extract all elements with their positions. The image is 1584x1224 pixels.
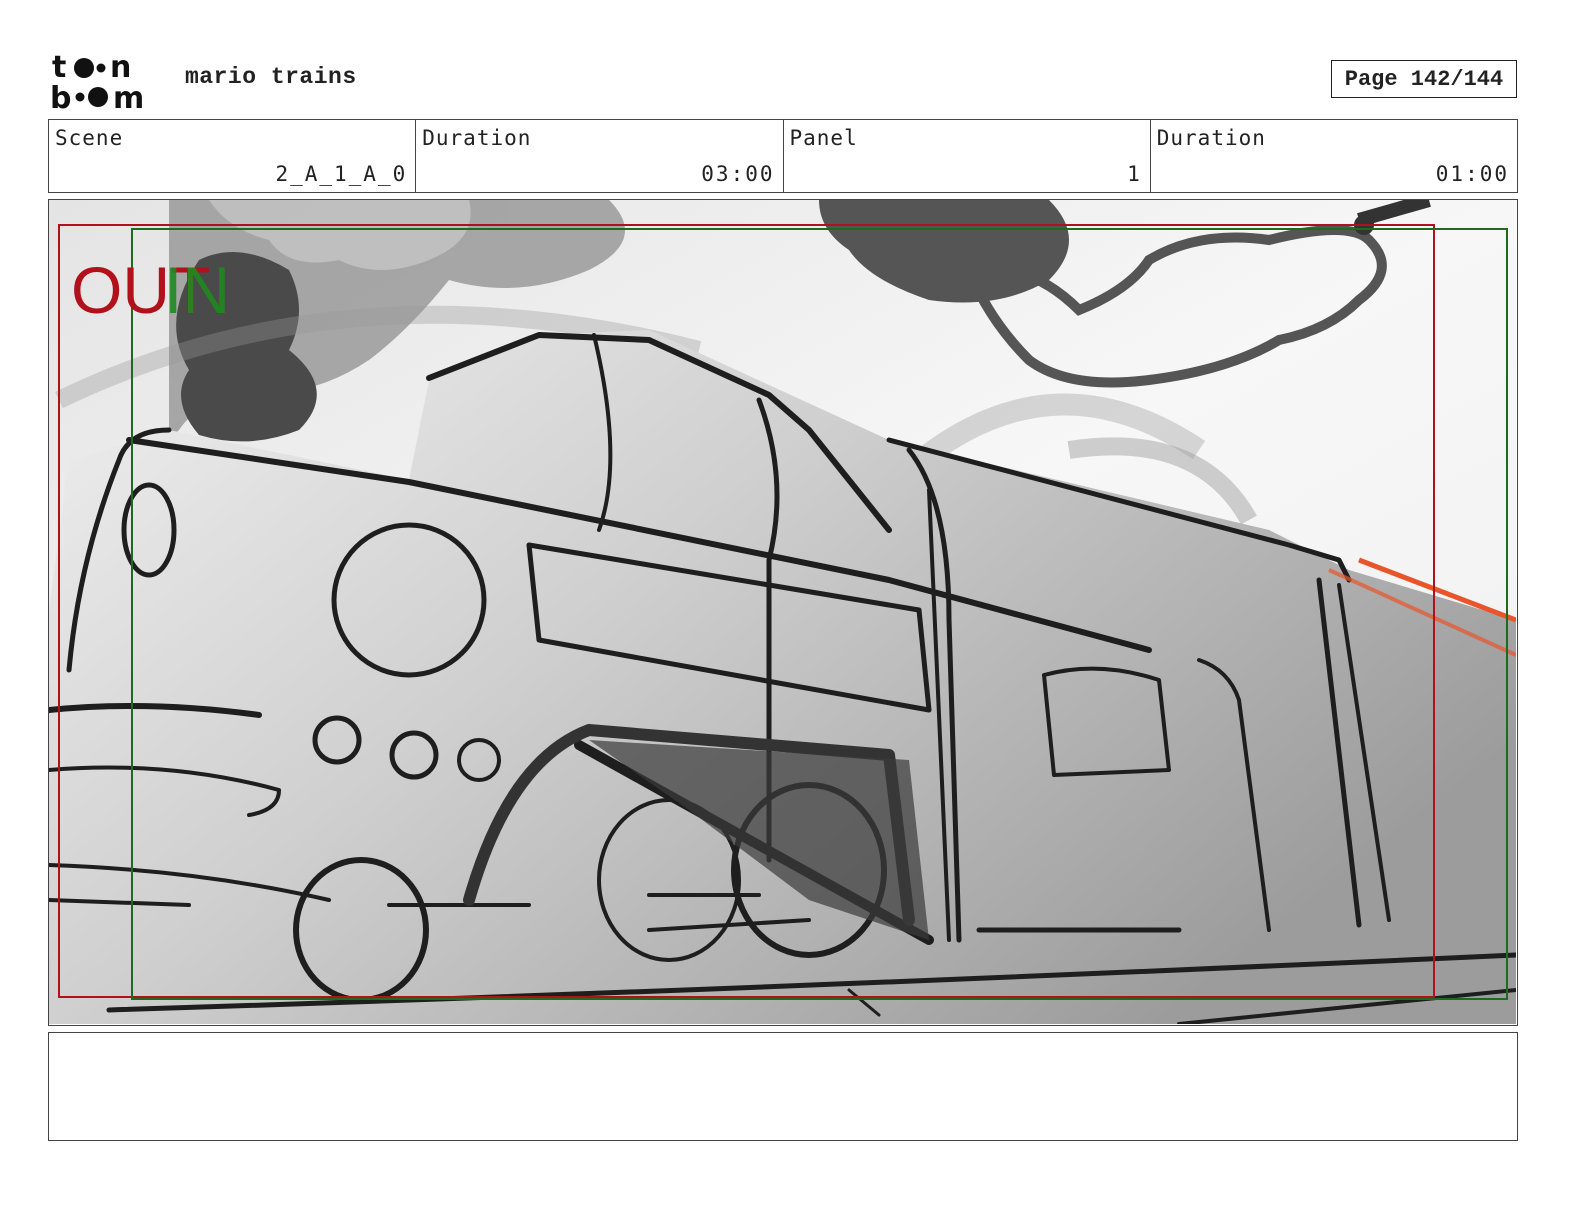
scene-info-row: Scene 2_A_1_A_0 Duration 03:00 Panel 1 D… — [48, 119, 1518, 193]
project-title: mario trains — [185, 64, 357, 90]
toon-boom-logo: t n b m — [50, 50, 144, 112]
panel-notes-box[interactable] — [48, 1032, 1518, 1141]
panel-duration-label: Duration — [1156, 126, 1266, 150]
scene-duration-cell: Duration 03:00 — [416, 120, 784, 192]
scene-cell: Scene 2_A_1_A_0 — [49, 120, 417, 192]
svg-text:b: b — [50, 81, 71, 112]
panel-duration-value: 01:00 — [1435, 162, 1509, 186]
panel-cell: Panel 1 — [784, 120, 1151, 192]
scene-duration-value: 03:00 — [701, 162, 775, 186]
page-number: Page 142/144 — [1331, 60, 1517, 98]
train-sketch: OUT IN — [49, 200, 1516, 1024]
panel-duration-cell: Duration 01:00 — [1151, 120, 1517, 192]
scene-value: 2_A_1_A_0 — [275, 162, 408, 186]
panel-label: Panel — [789, 126, 858, 150]
scene-label: Scene — [55, 126, 124, 150]
in-label: IN — [164, 253, 230, 327]
svg-text:m: m — [113, 81, 144, 112]
storyboard-panel: OUT IN — [48, 199, 1518, 1026]
svg-text:t: t — [52, 50, 66, 85]
scene-duration-label: Duration — [422, 126, 532, 150]
svg-text:n: n — [110, 50, 131, 85]
panel-value: 1 — [1127, 162, 1142, 186]
